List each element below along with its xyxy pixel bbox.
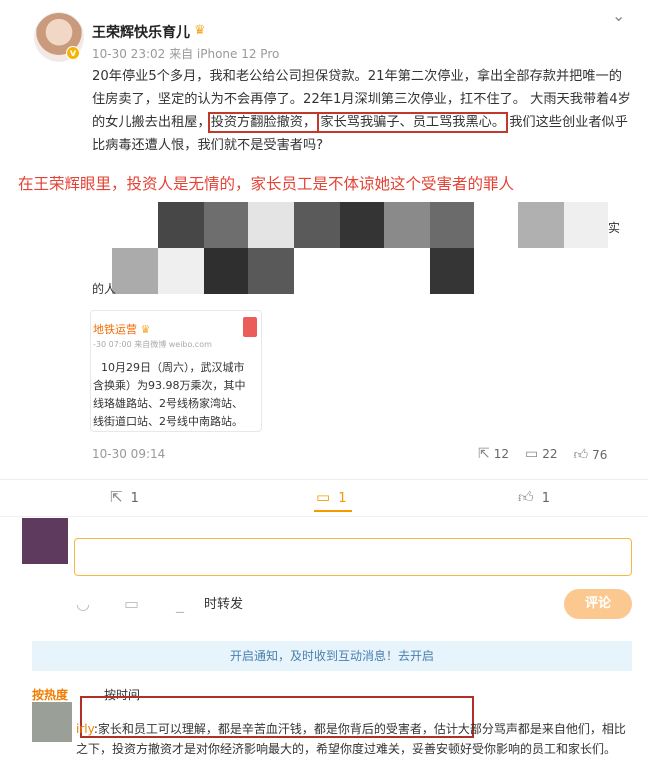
inner-like-button[interactable]: 👍︎ 76 xyxy=(574,446,608,463)
comment-input[interactable] xyxy=(74,538,632,576)
highlight-parents-staff: 家长骂我骗子、员工骂我黑心。 xyxy=(317,112,509,133)
quoted-line: 线珞雄路站、2号线杨家湾站、 xyxy=(93,397,243,410)
highlight-investor: 投资方翻脸撤资， xyxy=(207,112,320,133)
mosaic-block xyxy=(112,202,612,294)
current-user-avatar xyxy=(22,518,68,564)
submit-comment-button[interactable]: 评论 xyxy=(564,589,632,619)
post-meta: 10-30 23:02 来自 iPhone 12 Pro xyxy=(92,47,280,61)
mosaic-fragment: 的人 xyxy=(92,282,117,296)
repost-checkbox-label[interactable]: 时转发 xyxy=(204,593,243,612)
quoted-meta: -30 07:00 来自微博 weibo.com xyxy=(93,340,212,349)
notification-banner[interactable]: 开启通知，及时收到互动消息！去开启 xyxy=(32,641,632,671)
sort-by-hot-tab[interactable]: 按热度 xyxy=(32,686,68,703)
quoted-post-card[interactable]: 地铁运营 ♛ -30 07:00 来自微博 weibo.com 10月29日（周… xyxy=(90,310,262,432)
quoted-line: 线街道口站、2号线中南路站。 xyxy=(93,415,243,428)
active-tab-indicator xyxy=(314,510,352,512)
author-name[interactable]: 王荣辉快乐育儿 xyxy=(92,22,190,42)
divider xyxy=(0,479,648,480)
annotation-caption: 在王荣辉眼里，投资人是无情的，家长员工是不体谅她这个受害者的罪人 xyxy=(18,175,515,193)
crown-icon: ♛ xyxy=(194,23,206,38)
comment-tab-button[interactable]: ▭ 1 xyxy=(316,488,346,506)
quoted-thumbnail xyxy=(243,317,257,337)
like-button[interactable]: 👍︎ 1 xyxy=(518,488,550,507)
comment-icon: ▭ xyxy=(316,488,331,506)
divider xyxy=(0,516,648,517)
inner-post-time: 10-30 09:14 xyxy=(92,447,166,461)
repost-button[interactable]: ⇱ 1 xyxy=(110,488,139,506)
post-text: 20年停业5个多月，我和老公给公司担保贷款。21年第二次停业，拿出全部存款并把唯… xyxy=(92,65,632,157)
comment-icon: ▭ xyxy=(525,446,539,462)
thumbs-up-icon: 👍︎ xyxy=(573,447,589,463)
commenter-avatar[interactable] xyxy=(32,702,72,742)
chevron-down-icon[interactable]: ⌄ xyxy=(612,6,625,25)
quoted-line: 10月29日（周六），武汉城市 xyxy=(101,361,245,374)
quoted-line: 含换乘）为93.98万乘次，其中 xyxy=(93,379,246,392)
verified-badge-icon: v xyxy=(66,46,80,60)
commenter-name[interactable]: irly xyxy=(76,722,94,736)
image-icon[interactable]: ▭ xyxy=(124,594,139,613)
quoted-author: 地铁运营 ♛ xyxy=(93,323,151,336)
comment-text: irly:家长和员工可以理解，都是辛苦血汗钱，都是你背后的受害者，估计大部分骂声… xyxy=(76,719,636,759)
inner-repost-button[interactable]: ⇱ 12 xyxy=(478,446,509,463)
emoji-icon[interactable]: ◡ xyxy=(76,594,90,613)
thumbs-up-icon: 👍︎ xyxy=(518,488,534,506)
mosaic-fragment: 实 xyxy=(608,221,621,235)
inner-comment-button[interactable]: ▭ 22 xyxy=(525,446,558,463)
repost-icon: ⇱ xyxy=(478,446,490,462)
inner-actions: ⇱ 12 ▭ 22 👍︎ 76 xyxy=(478,446,607,463)
checkbox-icon[interactable]: _ xyxy=(176,594,184,613)
repost-icon: ⇱ xyxy=(110,488,123,506)
comment-body: :家长和员工可以理解，都是辛苦血汗钱，都是你背后的受害者，估计大部分骂声都是来自… xyxy=(76,722,626,756)
